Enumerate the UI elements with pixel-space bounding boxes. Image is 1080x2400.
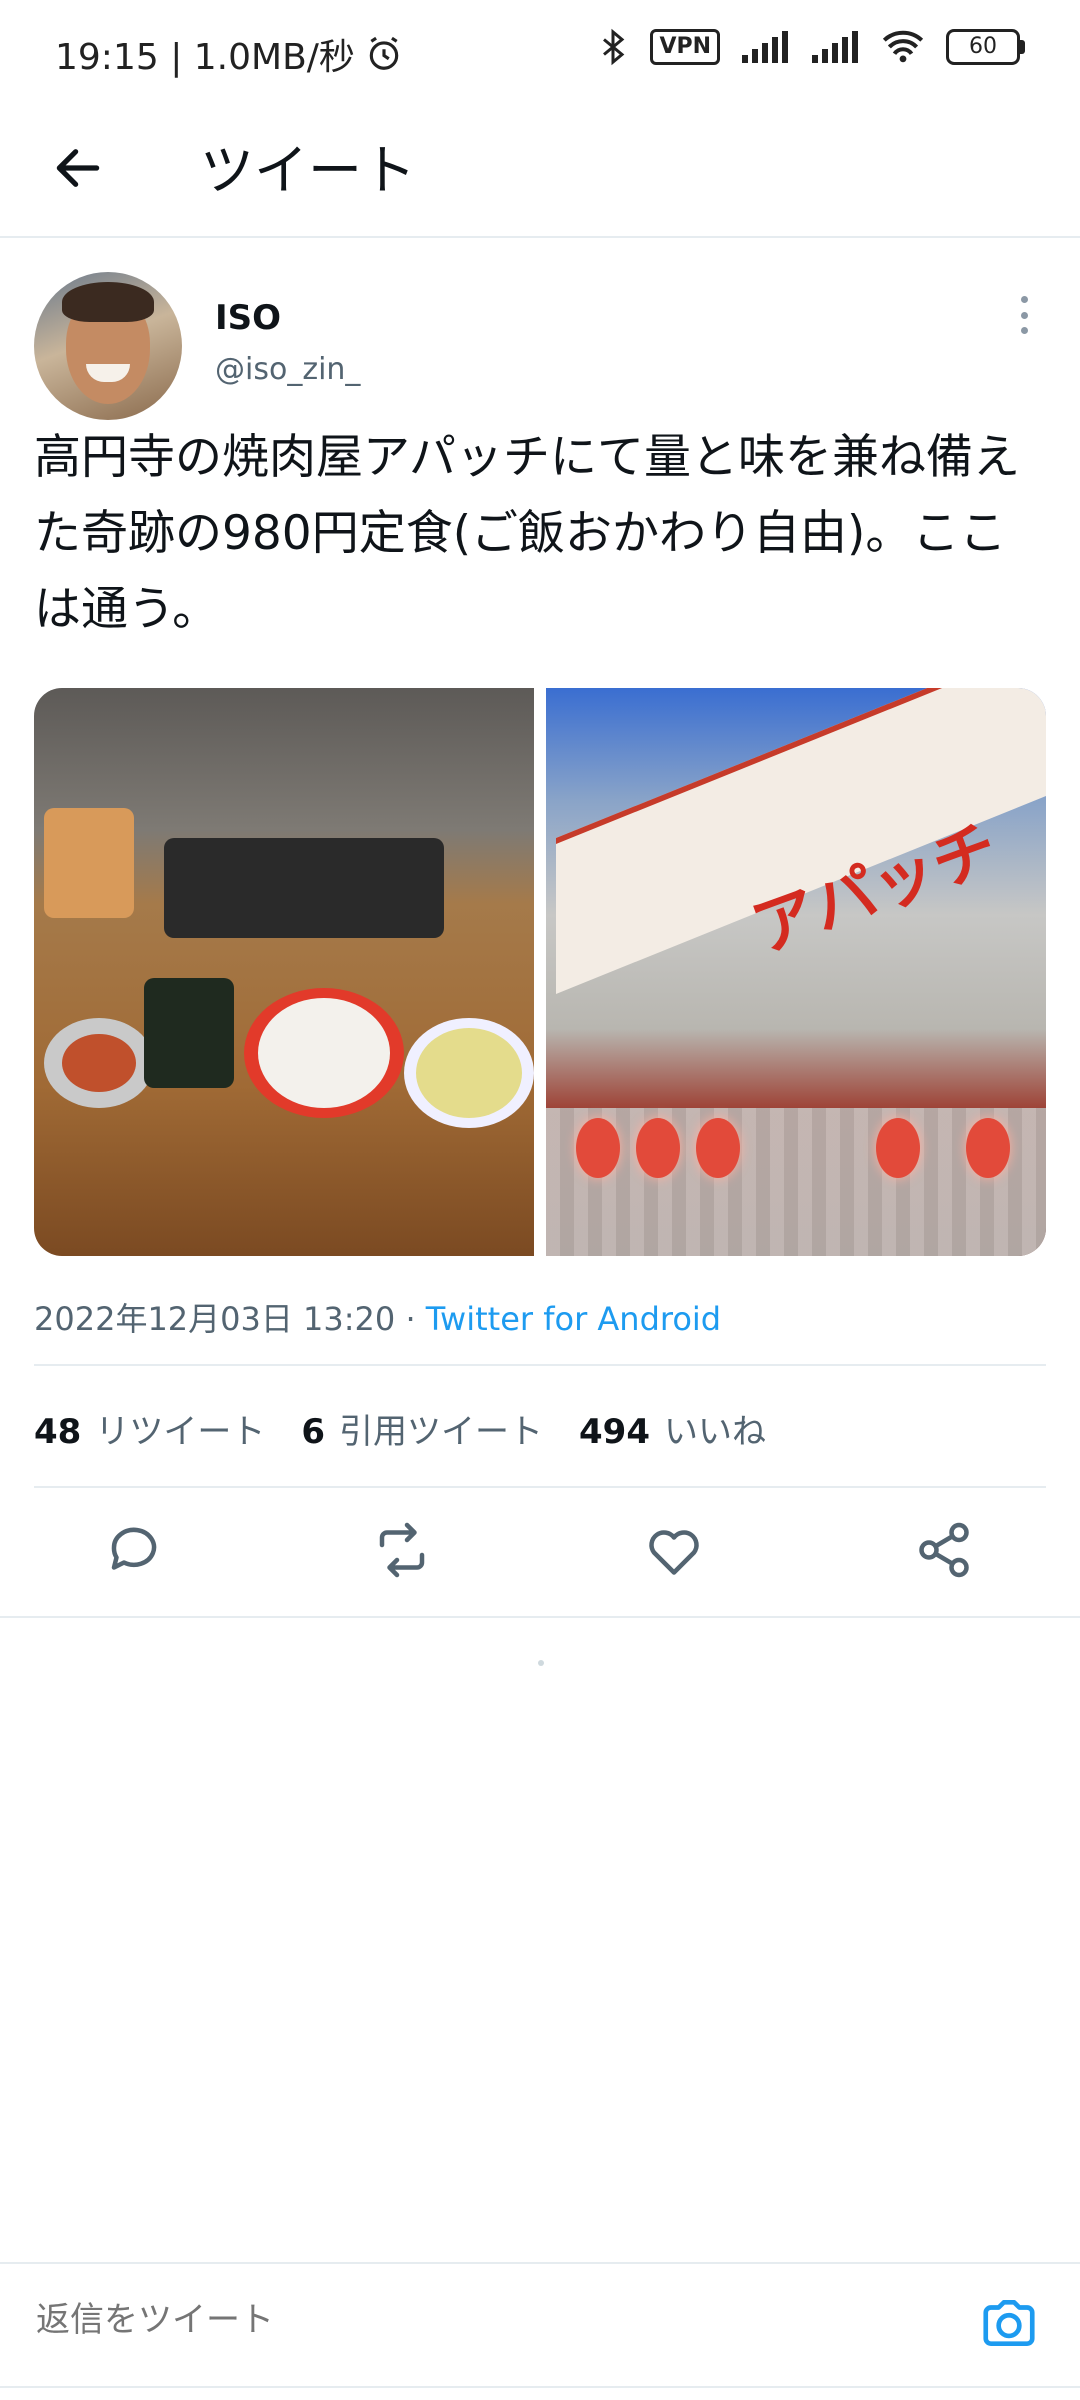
reply-button[interactable] — [104, 1520, 164, 1580]
more-options-icon[interactable] — [1018, 296, 1030, 334]
tweet-media: アパッチ — [34, 688, 1046, 1256]
app-bar: ツイート — [0, 100, 1080, 238]
retweet-icon — [379, 1522, 425, 1578]
loading-indicator — [538, 1660, 544, 1666]
page-title: ツイート — [200, 139, 416, 202]
tweet-timestamp: 2022年12月03日 13:20 · — [34, 1300, 426, 1338]
signal-icon-1 — [742, 31, 788, 63]
reply-icon — [111, 1527, 157, 1570]
vpn-badge: VPN — [650, 29, 720, 65]
back-arrow-icon[interactable] — [50, 140, 106, 196]
storefront-photo[interactable]: アパッチ — [546, 688, 1046, 1256]
retweet-button[interactable] — [372, 1520, 432, 1580]
tweet-text: 高円寺の焼肉屋アパッチにて量と味を兼ね備えた奇跡の980円定食(ご飯おかわり自由… — [34, 430, 1021, 637]
action-bar — [0, 1490, 1080, 1618]
heart-icon — [649, 1530, 699, 1575]
tweet-stats: 48 リツイート 6 引用ツイート 494 いいね — [34, 1404, 766, 1453]
battery-level: 60 — [946, 29, 1020, 65]
likes-count: 494 — [579, 1412, 650, 1452]
share-button[interactable] — [914, 1520, 974, 1580]
retweets-stat[interactable]: 48 リツイート — [34, 1404, 265, 1453]
status-time-speed: 19:15 | 1.0MB/秒 — [55, 37, 355, 78]
divider — [34, 1486, 1046, 1488]
tweet-meta: 2022年12月03日 13:20 · Twitter for Android — [34, 1294, 721, 1340]
avatar[interactable] — [34, 272, 182, 420]
like-button[interactable] — [644, 1520, 704, 1580]
quotes-label: 引用ツイート — [339, 1412, 543, 1452]
battery-icon: 60 — [946, 29, 1025, 65]
retweets-label: リツイート — [95, 1412, 266, 1452]
status-bar: 19:15 | 1.0MB/秒 VPN 60 — [0, 0, 1080, 100]
status-bar-right: VPN 60 — [598, 28, 1025, 66]
food-photo[interactable] — [34, 688, 534, 1256]
alarm-icon — [369, 36, 399, 70]
reply-input[interactable] — [34, 2300, 838, 2341]
author-handle[interactable]: @iso_zin_ — [215, 352, 360, 387]
reply-bar — [0, 2262, 1080, 2388]
divider — [34, 1364, 1046, 1366]
likes-label: いいね — [663, 1412, 766, 1452]
tweet-source-link[interactable]: Twitter for Android — [426, 1300, 721, 1338]
share-icon — [919, 1522, 969, 1578]
retweets-count: 48 — [34, 1412, 82, 1452]
wifi-icon — [882, 30, 924, 63]
camera-icon[interactable] — [978, 2292, 1040, 2354]
bluetooth-icon — [603, 28, 625, 66]
quotes-count: 6 — [301, 1412, 325, 1452]
signal-icon-2 — [812, 31, 858, 63]
author-name[interactable]: ISO — [215, 298, 281, 338]
likes-stat[interactable]: 494 いいね — [579, 1404, 766, 1453]
status-bar-left: 19:15 | 1.0MB/秒 — [55, 28, 403, 80]
quotes-stat[interactable]: 6 引用ツイート — [301, 1404, 543, 1453]
